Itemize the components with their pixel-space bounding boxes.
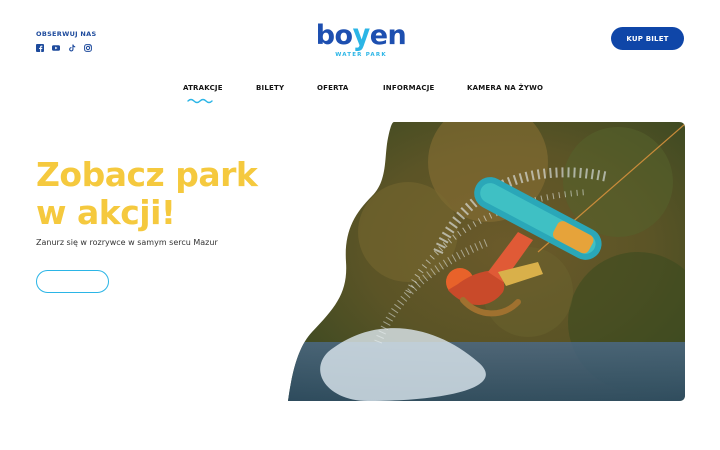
site-header: OBSERWUJ NAS bo y en WATER PARK KUP BILET [0,0,720,70]
nav-item-bilety[interactable]: BILETY [256,84,284,92]
logo-part-bo: bo [315,20,353,51]
hero-title-line-2: w akcji! [36,193,176,232]
logo-part-y: y [352,18,371,53]
hero-cta-button[interactable] [36,270,109,293]
hero-wakeboard-photo [288,122,685,401]
nav-item-atrakcje[interactable]: ATRAKCJE [183,84,223,92]
active-nav-wave-icon [187,98,213,104]
logo-wordmark: bo y en [314,18,408,53]
logo-subtitle: WATER PARK [335,52,387,58]
instagram-icon[interactable] [84,44,92,52]
hero-title-line-1: Zobacz park [36,155,258,194]
main-nav: ATRAKCJE BILETY OFERTA INFORMACJE KAMERA… [0,80,720,106]
social-links: OBSERWUJ NAS [36,30,97,52]
logo-part-en: en [369,20,407,51]
facebook-icon[interactable] [36,44,44,52]
nav-item-kamera[interactable]: KAMERA NA ŻYWO [467,84,543,92]
hero-title: Zobacz park w akcji! [36,156,276,232]
social-icons [36,44,97,52]
nav-item-oferta[interactable]: OFERTA [317,84,348,92]
site-logo[interactable]: bo y en WATER PARK [314,18,408,62]
social-title: OBSERWUJ NAS [36,30,97,38]
buy-ticket-button[interactable]: KUP BILET [611,27,684,50]
nav-item-informacje[interactable]: INFORMACJE [383,84,435,92]
hero-subtitle: Zanurz się w rozrywce w samym sercu Mazu… [36,238,218,247]
youtube-icon[interactable] [52,44,60,52]
tiktok-icon[interactable] [68,44,76,52]
